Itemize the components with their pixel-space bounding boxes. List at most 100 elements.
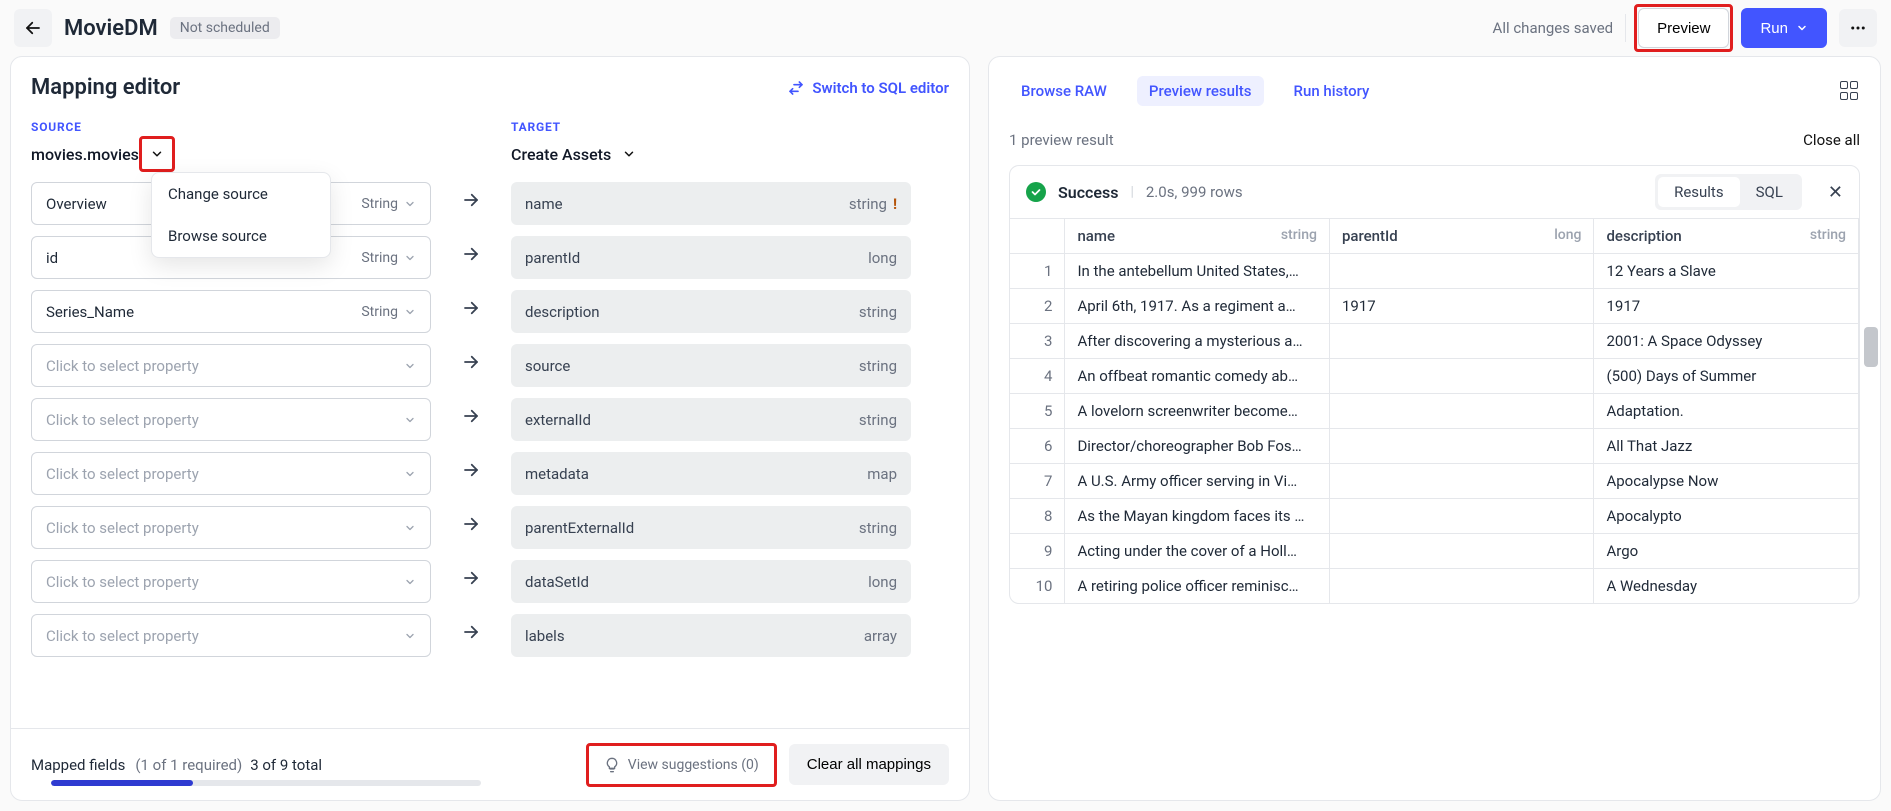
- source-field-placeholder[interactable]: Click to select property: [31, 398, 431, 441]
- table-row[interactable]: 6Director/choreographer Bob Fos…All That…: [1010, 429, 1859, 464]
- field-type: long: [868, 249, 897, 267]
- layout-grid-icon[interactable]: [1840, 81, 1860, 101]
- table-row[interactable]: 7A U.S. Army officer serving in Vi…Apoca…: [1010, 464, 1859, 499]
- more-button[interactable]: [1839, 9, 1877, 47]
- field-type: string: [859, 303, 897, 321]
- target-dropdown-toggle[interactable]: [615, 140, 643, 168]
- switch-label: Switch to SQL editor: [812, 79, 949, 97]
- browse-source-item[interactable]: Browse source: [152, 215, 330, 257]
- clear-mappings-button[interactable]: Clear all mappings: [789, 744, 949, 785]
- source-field-placeholder[interactable]: Click to select property: [31, 506, 431, 549]
- table-row[interactable]: 9Acting under the cover of a Holl…Argo: [1010, 534, 1859, 569]
- arrow-left-icon: [24, 19, 42, 37]
- mapping-arrow: [462, 394, 480, 437]
- row-index: 1: [1010, 254, 1065, 289]
- table-row[interactable]: 3After discovering a mysterious a…2001: …: [1010, 324, 1859, 359]
- change-source-item[interactable]: Change source: [152, 173, 330, 215]
- field-name: parentId: [525, 249, 580, 267]
- arrow-column: [431, 120, 511, 728]
- row-index: 10: [1010, 569, 1065, 604]
- source-field-placeholder[interactable]: Click to select property: [31, 344, 431, 387]
- editor-footer: Mapped fields (1 of 1 required) 3 of 9 t…: [11, 728, 969, 800]
- source-dropdown-toggle[interactable]: [143, 140, 171, 168]
- cell-parentId: 1917: [1329, 289, 1594, 324]
- mapping-arrow: [462, 232, 480, 275]
- cell-description: 12 Years a Slave: [1594, 254, 1859, 289]
- column-header[interactable]: descriptionstring: [1594, 219, 1859, 254]
- source-column: SOURCE movies.movies Change source Brows…: [31, 120, 431, 728]
- field-type: map: [867, 465, 897, 483]
- table-row[interactable]: 8As the Mayan kingdom faces its …Apocaly…: [1010, 499, 1859, 534]
- field-name: Click to select property: [46, 411, 199, 429]
- field-type: long: [868, 573, 897, 591]
- cell-parentId: [1329, 429, 1594, 464]
- source-field-row[interactable]: Series_NameString: [31, 290, 431, 333]
- cell-parentId: [1329, 254, 1594, 289]
- cell-description: (500) Days of Summer: [1594, 359, 1859, 394]
- mapped-progress: [51, 780, 481, 786]
- mapped-fields-label: Mapped fields: [31, 756, 125, 774]
- preview-button[interactable]: Preview: [1638, 8, 1729, 48]
- field-type: [404, 414, 416, 426]
- cell-description: A Wednesday: [1594, 569, 1859, 604]
- view-suggestions-button[interactable]: View suggestions (0): [590, 747, 773, 783]
- cell-name: Director/choreographer Bob Fos…: [1065, 429, 1330, 464]
- close-result-button[interactable]: ✕: [1828, 182, 1843, 203]
- close-all-link[interactable]: Close all: [1803, 131, 1860, 149]
- cell-parentId: [1329, 534, 1594, 569]
- mapping-arrow: [462, 286, 480, 329]
- source-field-placeholder[interactable]: Click to select property: [31, 560, 431, 603]
- field-type: string: [859, 411, 897, 429]
- mapping-arrow: [462, 448, 480, 491]
- dots-icon: [1849, 19, 1867, 37]
- table-row[interactable]: 4An offbeat romantic comedy ab… (500) Day…: [1010, 359, 1859, 394]
- results-panel: Browse RAW Preview results Run history 1…: [988, 56, 1881, 801]
- preview-label: Preview: [1657, 20, 1710, 37]
- back-button[interactable]: [14, 9, 52, 47]
- field-name: Series_Name: [46, 303, 134, 321]
- cell-parentId: [1329, 324, 1594, 359]
- cell-parentId: [1329, 569, 1594, 604]
- result-meta: 2.0s, 999 rows: [1146, 183, 1243, 201]
- cell-name: April 6th, 1917. As a regiment a…: [1065, 289, 1330, 324]
- mapping-arrow: [462, 502, 480, 545]
- target-field-row: sourcestring: [511, 344, 911, 387]
- run-label: Run: [1760, 20, 1788, 37]
- table-row[interactable]: 1In the antebellum United States,… 12 Yea…: [1010, 254, 1859, 289]
- results-table: namestringparentIdlongdescriptionstring …: [1010, 218, 1859, 603]
- field-type: String: [361, 196, 416, 212]
- field-type: string !: [849, 195, 897, 213]
- column-header[interactable]: parentIdlong: [1329, 219, 1594, 254]
- field-name: Click to select property: [46, 519, 199, 537]
- cell-name: An offbeat romantic comedy ab…: [1065, 359, 1330, 394]
- switch-icon: [788, 80, 804, 96]
- field-name: externalId: [525, 411, 591, 429]
- switch-to-sql-link[interactable]: Switch to SQL editor: [788, 79, 949, 97]
- row-index: 7: [1010, 464, 1065, 499]
- field-name: id: [46, 249, 58, 267]
- cell-description: Apocalypse Now: [1594, 464, 1859, 499]
- target-field-row: externalId string: [511, 398, 911, 441]
- scrollbar[interactable]: [1864, 327, 1878, 367]
- table-row[interactable]: 10A retiring police officer reminisc…A W…: [1010, 569, 1859, 604]
- progress-fill: [51, 780, 193, 786]
- field-name: description: [525, 303, 600, 321]
- index-header: [1010, 219, 1065, 254]
- table-row[interactable]: 2April 6th, 1917. As a regiment a…191719…: [1010, 289, 1859, 324]
- pill-sql[interactable]: SQL: [1740, 177, 1799, 207]
- suggestions-label: View suggestions (0): [628, 757, 759, 773]
- column-header[interactable]: namestring: [1065, 219, 1330, 254]
- field-type: array: [864, 627, 897, 645]
- field-type: [404, 522, 416, 534]
- tab-browse-raw[interactable]: Browse RAW: [1009, 76, 1119, 106]
- tab-preview-results[interactable]: Preview results: [1137, 76, 1264, 106]
- pill-results[interactable]: Results: [1658, 177, 1740, 207]
- run-button[interactable]: Run: [1741, 8, 1827, 48]
- source-field-placeholder[interactable]: Click to select property: [31, 452, 431, 495]
- cell-name: In the antebellum United States,…: [1065, 254, 1330, 289]
- table-row[interactable]: 5A lovelorn screenwriter become…Adaptati…: [1010, 394, 1859, 429]
- source-field-placeholder[interactable]: Click to select property: [31, 614, 431, 657]
- row-index: 4: [1010, 359, 1065, 394]
- tab-run-history[interactable]: Run history: [1282, 76, 1382, 106]
- view-toggle: Results SQL: [1655, 174, 1802, 210]
